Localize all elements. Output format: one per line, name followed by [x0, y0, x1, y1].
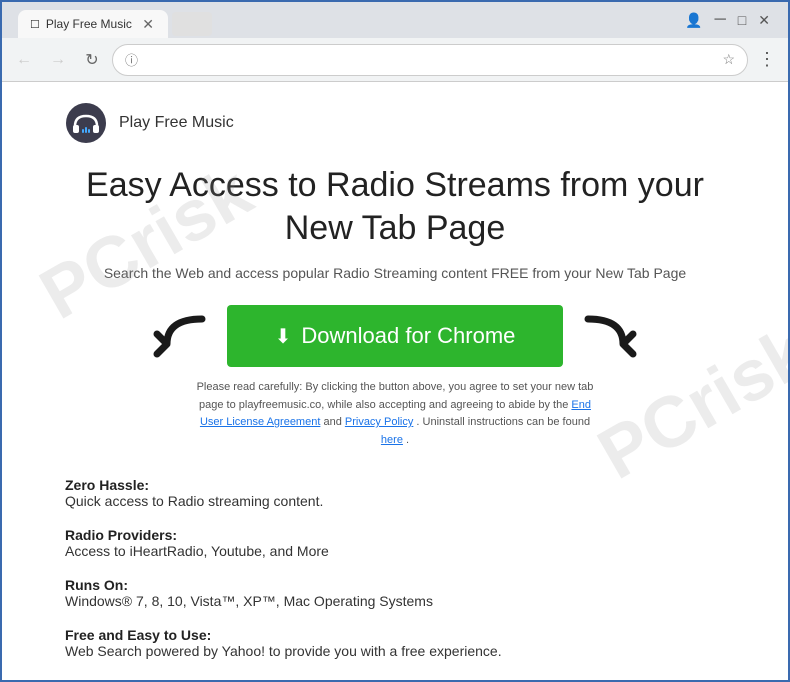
tab-favicon: ☐	[30, 18, 40, 31]
feature-item-4: Free and Easy to Use: Web Search powered…	[65, 627, 725, 659]
arrow-right	[583, 309, 653, 364]
privacy-link[interactable]: Privacy Policy	[345, 416, 413, 428]
address-bar[interactable]: ⓘ ☆	[112, 44, 748, 76]
browser-menu-button[interactable]: ⋮	[754, 45, 780, 74]
tab-title: Play Free Music	[46, 17, 132, 31]
back-button[interactable]: ←	[10, 46, 38, 74]
download-icon: ⬇	[275, 324, 292, 349]
feature-title-3: Runs On:	[65, 577, 725, 593]
page-content: PCrisk PCrisk Play Fr	[2, 82, 788, 680]
tab-close-button[interactable]: ✕	[140, 16, 156, 33]
feature-item-1: Zero Hassle: Quick access to Radio strea…	[65, 477, 725, 509]
here-link[interactable]: here	[381, 434, 403, 446]
feature-desc-1: Quick access to Radio streaming content.	[65, 493, 725, 509]
refresh-button[interactable]: ↻	[78, 46, 106, 74]
maximize-button[interactable]: □	[738, 12, 746, 28]
feature-title-4: Free and Easy to Use:	[65, 627, 725, 643]
hero-title: Easy Access to Radio Streams from your N…	[65, 164, 725, 249]
page-inner: Play Free Music Easy Access to Radio Str…	[25, 82, 765, 680]
feature-desc-3: Windows® 7, 8, 10, Vista™, XP™, Mac Oper…	[65, 593, 725, 609]
feature-item-2: Radio Providers: Access to iHeartRadio, …	[65, 527, 725, 559]
disclaimer-main: Please read carefully: By clicking the b…	[197, 381, 594, 411]
feature-title-2: Radio Providers:	[65, 527, 725, 543]
new-tab-placeholder	[172, 12, 212, 36]
close-button[interactable]: ✕	[758, 12, 770, 29]
site-name: Play Free Music	[119, 114, 234, 132]
minimize-button[interactable]: ─	[714, 11, 725, 29]
site-header: Play Free Music	[65, 102, 725, 144]
window-controls: 👤 ─ □ ✕	[685, 11, 780, 29]
site-logo-icon	[65, 102, 107, 144]
features-section: Zero Hassle: Quick access to Radio strea…	[65, 477, 725, 659]
feature-item-3: Runs On: Windows® 7, 8, 10, Vista™, XP™,…	[65, 577, 725, 609]
bookmark-icon[interactable]: ☆	[722, 51, 735, 68]
download-section: ⬇ Download for Chrome	[65, 305, 725, 367]
feature-title-1: Zero Hassle:	[65, 477, 725, 493]
disclaimer-text: Please read carefully: By clicking the b…	[195, 379, 595, 449]
feature-desc-2: Access to iHeartRadio, Youtube, and More	[65, 543, 725, 559]
title-bar: ☐ Play Free Music ✕ 👤 ─ □ ✕	[2, 2, 788, 38]
account-icon[interactable]: 👤	[685, 12, 702, 29]
download-button-label: Download for Chrome	[301, 323, 515, 349]
tab-area: ☐ Play Free Music ✕	[10, 2, 212, 38]
content-wrapper: PCrisk PCrisk Play Fr	[2, 82, 788, 680]
hero-subtitle: Search the Web and access popular Radio …	[65, 265, 725, 281]
download-button[interactable]: ⬇ Download for Chrome	[227, 305, 564, 367]
disclaimer-after: . Uninstall instructions can be found	[416, 416, 590, 428]
security-icon: ⓘ	[125, 50, 138, 69]
disclaimer-end: .	[406, 434, 409, 446]
arrow-left	[137, 309, 207, 364]
disclaimer-and: and	[323, 416, 344, 428]
forward-button[interactable]: →	[44, 46, 72, 74]
browser-frame: ☐ Play Free Music ✕ 👤 ─ □ ✕ ← → ↻ ⓘ ☆ ⋮ …	[2, 2, 788, 680]
url-input[interactable]	[144, 52, 716, 67]
feature-desc-4: Web Search powered by Yahoo! to provide …	[65, 643, 725, 659]
navigation-bar: ← → ↻ ⓘ ☆ ⋮	[2, 38, 788, 82]
active-tab[interactable]: ☐ Play Free Music ✕	[18, 10, 168, 38]
